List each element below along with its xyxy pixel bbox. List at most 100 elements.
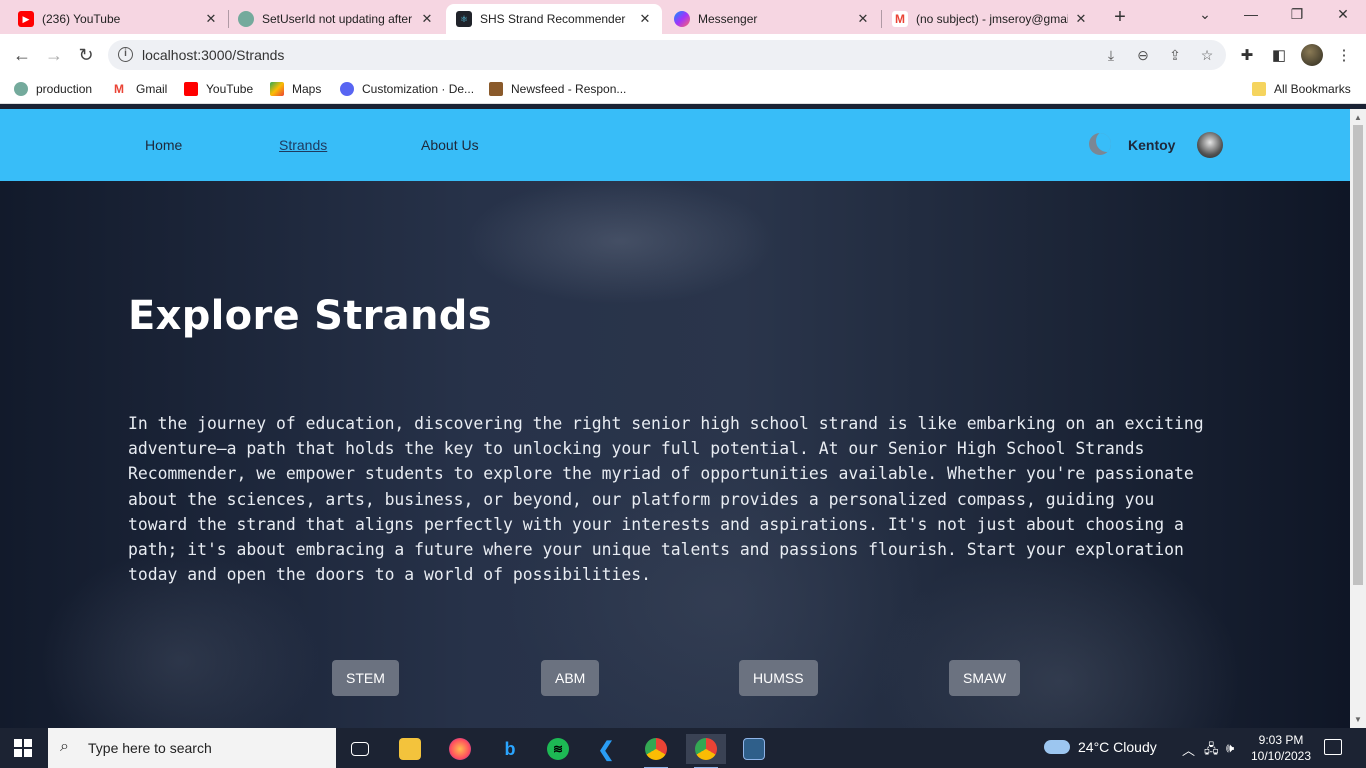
bookmark-label: Customization · De... (362, 82, 475, 96)
bookmark-customization[interactable]: Customization · De... (340, 82, 474, 96)
strand-button-stem[interactable]: STEM (332, 660, 399, 696)
weather-text: 24°C Cloudy (1078, 739, 1157, 755)
chrome-icon[interactable] (686, 734, 726, 768)
site-navbar: Home Strands About Us Kentoy (0, 109, 1350, 181)
close-tab-icon[interactable]: ✕ (420, 11, 434, 27)
user-name: Kentoy (1128, 137, 1176, 153)
share-icon[interactable]: ⇪ (1166, 47, 1184, 64)
tab-title: SHS Strand Recommender (480, 12, 626, 26)
bookmark-production[interactable]: production (14, 82, 92, 96)
cloud-icon (1044, 740, 1070, 754)
tab-title: (no subject) - jmseroy@gmail (916, 12, 1068, 26)
tab-shs-strand-recommender[interactable]: ⚛ SHS Strand Recommender ✕ (446, 4, 662, 34)
close-tab-icon[interactable]: ✕ (856, 11, 870, 27)
bookmark-label: production (36, 82, 93, 96)
dark-mode-moon-icon[interactable] (1089, 133, 1111, 155)
strand-button-smaw[interactable]: SMAW (949, 660, 1021, 696)
task-view-icon[interactable] (340, 734, 380, 764)
side-panel-icon[interactable]: ◧ (1269, 46, 1289, 64)
gmail-icon: M (114, 82, 124, 96)
nav-strands-link[interactable]: Strands (279, 137, 327, 153)
browser-toolbar: ← → ↻ i localhost:3000/Strands ⤓ ⊖ ⇪ ☆ ✚… (0, 34, 1366, 76)
url-text: localhost:3000/Strands (142, 47, 285, 63)
youtube-icon (184, 82, 198, 96)
tray-chevron-up-icon[interactable]: ︿ (1182, 740, 1195, 759)
nav-about-link[interactable]: About Us (421, 137, 479, 153)
extensions-icon[interactable]: ✚ (1237, 46, 1257, 64)
taskbar-search-input[interactable]: ⌕ Type here to search (48, 728, 336, 768)
maximize-button[interactable]: ❐ (1282, 6, 1312, 23)
scrollbar-thumb[interactable] (1353, 125, 1363, 585)
vscode-icon[interactable]: ❮ (586, 734, 626, 764)
tab-messenger[interactable]: Messenger ✕ (664, 4, 880, 34)
forward-button[interactable]: → (42, 44, 66, 66)
bookmarks-bar: production M Gmail YouTube Maps Customiz… (0, 76, 1366, 104)
volume-icon[interactable]: 🕪 (1226, 740, 1234, 756)
windows-taskbar: ⌕ Type here to search b ≋ ❮ 24°C Cloudy … (0, 728, 1366, 768)
back-button[interactable]: ← (10, 44, 34, 66)
web-page: Home Strands About Us Kentoy Explore Str… (0, 109, 1350, 728)
tab-search-chevron-icon[interactable]: ⌄ (1190, 6, 1220, 23)
site-info-icon[interactable]: i (118, 47, 133, 62)
bookmark-gmail[interactable]: M Gmail (114, 82, 167, 96)
tab-title: Messenger (698, 12, 758, 26)
reload-button[interactable]: ↻ (74, 44, 98, 66)
nav-home-link[interactable]: Home (145, 137, 182, 153)
bookmark-youtube[interactable]: YouTube (184, 82, 253, 96)
install-app-icon[interactable]: ⤓ (1102, 47, 1120, 64)
react-icon: ⚛ (456, 11, 472, 27)
hero-description: In the journey of education, discovering… (128, 414, 1204, 585)
messenger-icon (674, 11, 690, 27)
minimize-button[interactable]: — (1236, 6, 1266, 22)
clock-time: 9:03 PM (1258, 733, 1304, 747)
bing-icon[interactable]: b (490, 734, 530, 764)
bookmark-newsfeed[interactable]: Newsfeed - Respon... (489, 82, 626, 96)
close-window-button[interactable]: ✕ (1328, 6, 1358, 23)
scroll-down-arrow-icon[interactable]: ▼ (1354, 715, 1362, 724)
new-tab-button[interactable]: + (1108, 6, 1132, 29)
network-icon[interactable]: 🖧 (1204, 740, 1219, 762)
close-tab-icon[interactable]: ✕ (1074, 11, 1088, 27)
browser-tab-bar: ▶ (236) YouTube ✕ SetUserId not updating… (0, 0, 1366, 34)
notification-icon[interactable] (1324, 739, 1342, 755)
windows-start-icon[interactable] (14, 739, 32, 757)
strand-button-humss[interactable]: HUMSS (739, 660, 818, 696)
weather-widget[interactable]: 24°C Cloudy (1044, 739, 1157, 755)
tab-title: (236) YouTube (42, 12, 121, 26)
all-bookmarks-folder[interactable]: All Bookmarks (1252, 82, 1351, 96)
file-explorer-icon[interactable] (390, 734, 430, 764)
mysql-workbench-icon[interactable] (734, 734, 774, 764)
page-title: Explore Strands (128, 293, 492, 339)
close-tab-icon[interactable]: ✕ (638, 11, 652, 27)
bookmark-maps[interactable]: Maps (270, 82, 321, 96)
chrome-profile-icon[interactable] (636, 734, 676, 768)
bookmark-label: Gmail (136, 82, 168, 96)
hero-section: Explore Strands In the journey of educat… (0, 181, 1350, 728)
zoom-icon[interactable]: ⊖ (1134, 47, 1152, 64)
spotify-icon[interactable]: ≋ (538, 734, 578, 764)
tab-youtube[interactable]: ▶ (236) YouTube ✕ (8, 4, 228, 34)
tab-gmail[interactable]: M (no subject) - jmseroy@gmail ✕ (882, 4, 1098, 34)
bookmark-label: All Bookmarks (1274, 82, 1351, 96)
discord-icon (340, 82, 354, 96)
bookmark-star-icon[interactable]: ☆ (1198, 47, 1216, 64)
chatgpt-icon (14, 82, 28, 96)
system-clock[interactable]: 9:03 PM 10/10/2023 (1246, 732, 1316, 764)
user-avatar[interactable] (1197, 132, 1223, 158)
firefox-icon[interactable] (440, 734, 480, 764)
gmail-icon: M (892, 11, 908, 27)
tab-title: SetUserId not updating after (262, 12, 413, 26)
youtube-icon: ▶ (18, 11, 34, 27)
address-bar[interactable]: i localhost:3000/Strands ⤓ ⊖ ⇪ ☆ (108, 40, 1226, 70)
profile-avatar-icon[interactable] (1301, 44, 1323, 66)
page-scrollbar[interactable]: ▲ ▼ (1350, 109, 1366, 728)
close-tab-icon[interactable]: ✕ (204, 11, 218, 27)
strand-button-abm[interactable]: ABM (541, 660, 600, 696)
chatgpt-icon (238, 11, 254, 27)
tab-setuserid[interactable]: SetUserId not updating after ✕ (228, 4, 444, 34)
scroll-up-arrow-icon[interactable]: ▲ (1354, 113, 1362, 122)
folder-icon (1252, 82, 1266, 96)
maps-icon (270, 82, 284, 96)
menu-kebab-icon[interactable]: ⋮ (1334, 46, 1354, 64)
bookmark-label: Maps (292, 82, 322, 96)
